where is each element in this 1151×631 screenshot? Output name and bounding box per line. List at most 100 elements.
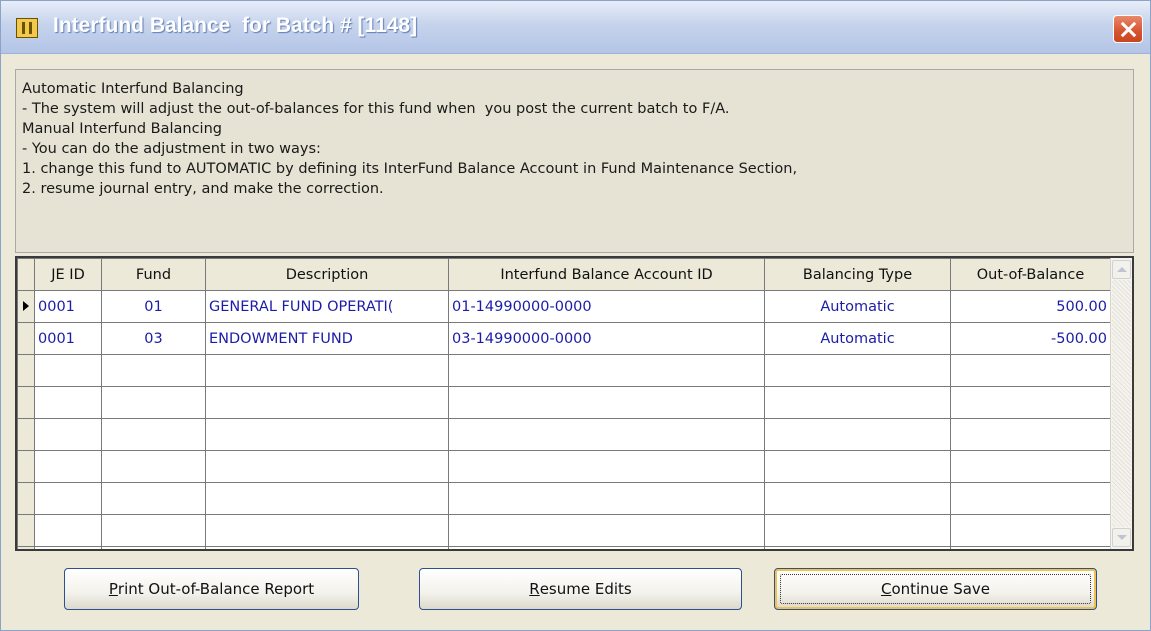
empty-cell[interactable] [34,354,102,387]
empty-row[interactable] [17,514,1111,547]
empty-cell[interactable] [205,546,449,549]
info-line: Automatic Interfund Balancing [22,81,244,97]
row-selector[interactable] [17,514,35,547]
print-mnemonic: P [108,580,118,598]
resume-label: esume Edits [539,580,632,598]
empty-cell[interactable] [950,354,1111,387]
empty-cell[interactable] [448,482,765,515]
balance-table: JE ID Fund Description Interfund Balance… [17,258,1111,549]
empty-cell[interactable] [950,546,1111,549]
empty-row[interactable] [17,450,1111,483]
empty-cell[interactable] [448,418,765,451]
scroll-up-arrow-icon[interactable] [1112,260,1131,279]
print-out-of-balance-report-button[interactable]: Print Out-of-Balance Report [64,568,359,610]
row-selector[interactable] [17,418,35,451]
empty-cell[interactable] [34,546,102,549]
empty-cell[interactable] [101,450,206,483]
close-button[interactable] [1113,15,1143,43]
row-selector[interactable] [17,546,35,549]
empty-cell[interactable] [205,354,449,387]
scroll-track[interactable] [1112,280,1131,527]
empty-cell[interactable] [101,354,206,387]
cell-fund[interactable]: 01 [101,290,206,323]
empty-cell[interactable] [764,482,951,515]
column-header-out-of-balance[interactable]: Out-of-Balance [950,258,1111,291]
empty-cell[interactable] [101,514,206,547]
empty-cell[interactable] [101,418,206,451]
empty-cell[interactable] [950,418,1111,451]
interfund-balance-dialog: Interfund Balance for Batch # [1148] Aut… [0,0,1151,631]
empty-cell[interactable] [205,482,449,515]
empty-cell[interactable] [764,418,951,451]
empty-cell[interactable] [101,386,206,419]
empty-cell[interactable] [950,514,1111,547]
empty-cell[interactable] [764,450,951,483]
empty-cell[interactable] [950,450,1111,483]
column-header-description[interactable]: Description [205,258,449,291]
empty-cell[interactable] [205,418,449,451]
cell-je-id[interactable]: 0001 [34,290,102,323]
empty-cell[interactable] [764,546,951,549]
info-line: - You can do the adjustment in two ways: [22,141,321,157]
empty-cell[interactable] [34,450,102,483]
cell-account-id[interactable]: 01-14990000-0000 [448,290,765,323]
empty-row[interactable] [17,546,1111,549]
table-row[interactable]: 0001 01 GENERAL FUND OPERATI( 01-1499000… [17,290,1111,323]
cell-account-id[interactable]: 03-14990000-0000 [448,322,765,355]
header-row: JE ID Fund Description Interfund Balance… [17,258,1111,291]
empty-cell[interactable] [34,418,102,451]
empty-cell[interactable] [950,482,1111,515]
resume-mnemonic: R [529,580,540,598]
empty-cell[interactable] [764,386,951,419]
empty-cell[interactable] [764,514,951,547]
info-line: - The system will adjust the out-of-bala… [22,101,730,117]
empty-cell[interactable] [448,386,765,419]
empty-cell[interactable] [205,450,449,483]
row-selector-header [17,258,35,291]
resume-edits-button[interactable]: Resume Edits [419,568,742,610]
empty-cell[interactable] [101,546,206,549]
cell-description[interactable]: GENERAL FUND OPERATI( [205,290,449,323]
empty-cell[interactable] [950,386,1111,419]
empty-cell[interactable] [448,514,765,547]
empty-cell[interactable] [101,482,206,515]
empty-cell[interactable] [34,514,102,547]
empty-cell[interactable] [448,450,765,483]
empty-cell[interactable] [205,386,449,419]
vertical-scrollbar[interactable] [1110,258,1132,549]
empty-cell[interactable] [764,354,951,387]
cell-balancing-type[interactable]: Automatic [764,290,951,323]
form-icon [16,18,38,38]
row-selector[interactable] [17,482,35,515]
empty-row[interactable] [17,354,1111,387]
empty-row[interactable] [17,386,1111,419]
balance-grid[interactable]: JE ID Fund Description Interfund Balance… [15,256,1134,551]
title-bar[interactable]: Interfund Balance for Batch # [1148] [1,1,1150,54]
print-label: rint Out-of-Balance Report [117,580,315,598]
table-row[interactable]: 0001 03 ENDOWMENT FUND 03-14990000-0000 … [17,322,1111,355]
empty-row[interactable] [17,482,1111,515]
cell-description[interactable]: ENDOWMENT FUND [205,322,449,355]
row-selector[interactable] [17,322,35,355]
cell-out-of-balance[interactable]: -500.00 [950,322,1111,355]
column-header-fund[interactable]: Fund [101,258,206,291]
empty-cell[interactable] [34,386,102,419]
column-header-je-id[interactable]: JE ID [34,258,102,291]
empty-cell[interactable] [205,514,449,547]
column-header-account-id[interactable]: Interfund Balance Account ID [448,258,765,291]
row-selector[interactable] [17,290,35,323]
empty-cell[interactable] [34,482,102,515]
column-header-balancing-type[interactable]: Balancing Type [764,258,951,291]
empty-cell[interactable] [448,546,765,549]
cell-fund[interactable]: 03 [101,322,206,355]
cell-out-of-balance[interactable]: 500.00 [950,290,1111,323]
continue-save-button[interactable]: Continue Save [774,568,1097,610]
cell-je-id[interactable]: 0001 [34,322,102,355]
row-selector[interactable] [17,450,35,483]
row-selector[interactable] [17,386,35,419]
row-selector[interactable] [17,354,35,387]
cell-balancing-type[interactable]: Automatic [764,322,951,355]
empty-row[interactable] [17,418,1111,451]
scroll-down-arrow-icon[interactable] [1112,528,1131,547]
empty-cell[interactable] [448,354,765,387]
